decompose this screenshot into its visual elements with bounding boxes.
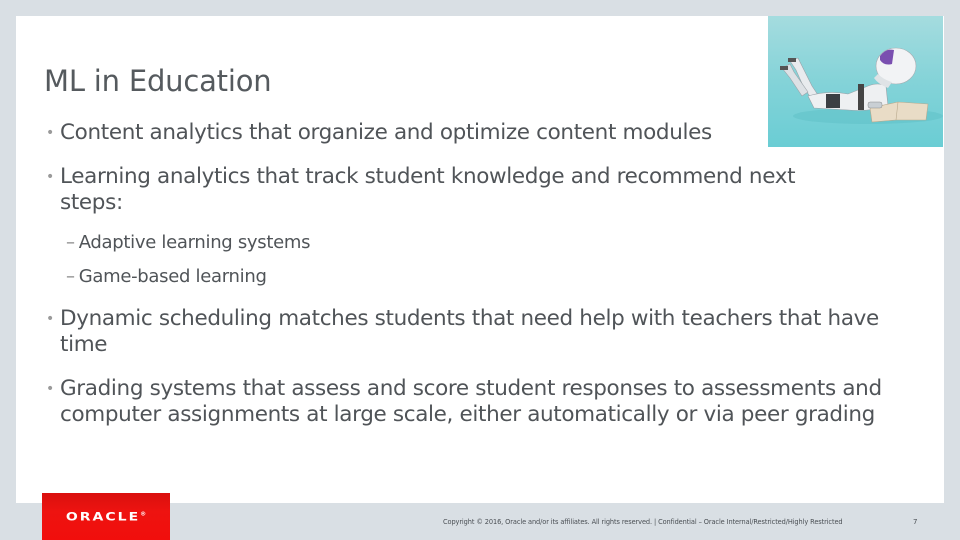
sub-bullet-item: – Game-based learning <box>66 266 267 288</box>
bullet-text: Learning analytics that track student kn… <box>60 164 796 215</box>
footer-copyright: Copyright © 2016, Oracle and/or its affi… <box>443 518 843 526</box>
sub-bullet-text: Adaptive learning systems <box>78 232 311 253</box>
oracle-logo-text: ORACLE® <box>66 510 146 524</box>
registered-mark: ® <box>140 510 147 517</box>
slide: ML in Education • Content analytics that… <box>16 16 944 503</box>
bullet-item: • Learning analytics that track student … <box>46 164 860 216</box>
robot-arm <box>858 84 864 110</box>
page-number: 7 <box>913 518 918 526</box>
robot-reading-book-image <box>768 16 943 147</box>
sub-bullet-marker: – <box>66 232 75 253</box>
oracle-logo: ORACLE® <box>42 493 170 540</box>
bullet-marker: • <box>46 311 54 327</box>
bullet-text: Dynamic scheduling matches students that… <box>60 306 879 357</box>
sub-bullet-item: – Adaptive learning systems <box>66 232 311 254</box>
bullet-marker: • <box>46 381 54 397</box>
robot-brain <box>880 49 894 65</box>
robot-joint <box>826 94 840 108</box>
bullet-marker: • <box>46 125 54 141</box>
oracle-wordmark: ORACLE <box>65 509 141 524</box>
sub-bullet-marker: – <box>66 266 75 287</box>
sub-bullet-text: Game-based learning <box>78 266 267 287</box>
bullet-marker: • <box>46 169 54 185</box>
bullet-item: • Dynamic scheduling matches students th… <box>46 306 900 358</box>
robot-hand <box>867 101 883 109</box>
bullet-text: Grading systems that assess and score st… <box>60 376 882 427</box>
bullet-text: Content analytics that organize and opti… <box>60 120 712 145</box>
robot-illustration <box>780 47 943 124</box>
robot-foot <box>780 66 788 70</box>
robot-foot <box>788 58 796 62</box>
bullet-item: • Grading systems that assess and score … <box>46 376 910 428</box>
